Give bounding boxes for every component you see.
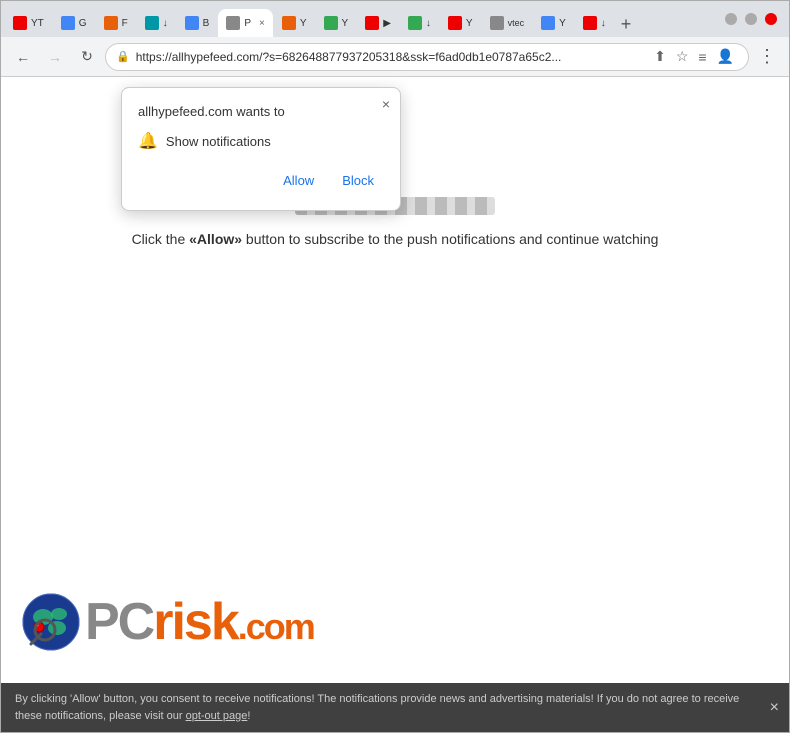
tab-label-2: G [79, 18, 87, 29]
pcrisk-globe-icon [21, 592, 81, 652]
tab-favicon-5 [185, 16, 199, 30]
tab-favicon-4 [145, 16, 159, 30]
page-instruction: Click the «Allow» button to subscribe to… [132, 231, 659, 247]
reload-button[interactable]: ↻ [73, 43, 101, 71]
pcrisk-logo: PCrisk.com [21, 592, 314, 652]
tab-10[interactable]: ↓ [400, 9, 439, 37]
address-bar[interactable]: 🔒 https://allhypefeed.com/?s=68264887793… [105, 43, 749, 71]
tab-6-active[interactable]: P × [218, 9, 273, 37]
tab-label-11: Y [466, 18, 473, 29]
bottom-bar-text: By clicking 'Allow' button, you consent … [15, 693, 739, 722]
close-button[interactable] [765, 13, 777, 25]
pcrisk-text: PCrisk.com [85, 592, 314, 652]
tab-favicon-10 [408, 16, 422, 30]
tab-7[interactable]: Y [274, 9, 315, 37]
tab-favicon-2 [61, 16, 75, 30]
extensions-button[interactable]: ≡ [694, 46, 710, 67]
tab-5[interactable]: B [177, 9, 218, 37]
block-button[interactable]: Block [332, 167, 384, 194]
tab-label-9: ▶ [383, 18, 391, 29]
browser-window: YT G F ↓ B P × [0, 0, 790, 733]
tab-favicon-1 [13, 16, 27, 30]
tabs-row: YT G F ↓ B P × [5, 1, 717, 37]
tab-favicon-7 [282, 16, 296, 30]
profile-button[interactable]: 👤 [713, 46, 738, 67]
bottom-bar-close-button[interactable]: × [770, 699, 779, 717]
tab-1[interactable]: YT [5, 9, 52, 37]
allow-bold: «Allow» [189, 231, 242, 247]
tab-label-4: ↓ [163, 18, 168, 29]
popup-close-button[interactable]: × [382, 96, 390, 112]
tab-label-5: B [203, 18, 210, 29]
address-url: https://allhypefeed.com/?s=6826488779372… [136, 50, 644, 64]
tab-close-6[interactable]: × [259, 18, 265, 29]
tab-favicon-12 [490, 16, 504, 30]
tab-12[interactable]: vtec [482, 9, 533, 37]
tab-3[interactable]: F [96, 9, 136, 37]
tab-label-1: YT [31, 18, 44, 29]
bottom-bar: By clicking 'Allow' button, you consent … [1, 683, 789, 732]
page-content: × allhypefeed.com wants to 🔔 Show notifi… [1, 77, 789, 732]
tab-favicon-13 [541, 16, 555, 30]
tab-label-7: Y [300, 18, 307, 29]
tab-label-12: vtec [508, 18, 525, 28]
tab-9[interactable]: ▶ [357, 9, 399, 37]
tab-label-14: ↓ [601, 18, 606, 29]
maximize-button[interactable] [745, 13, 757, 25]
popup-buttons: Allow Block [138, 167, 384, 194]
bookmark-button[interactable]: ☆ [672, 46, 693, 67]
opt-out-link[interactable]: opt-out page [186, 710, 248, 722]
lock-icon: 🔒 [116, 50, 130, 63]
notification-popup: × allhypefeed.com wants to 🔔 Show notifi… [121, 87, 401, 211]
reload-icon: ↻ [81, 48, 93, 65]
tab-2[interactable]: G [53, 9, 95, 37]
forward-icon: → [48, 49, 62, 65]
window-controls [717, 1, 785, 37]
back-icon: ← [16, 49, 30, 65]
share-button[interactable]: ⬆ [650, 46, 670, 67]
popup-notification-row: 🔔 Show notifications [138, 131, 384, 151]
tab-label-10: ↓ [426, 18, 431, 29]
address-actions: ⬆ ☆ ≡ 👤 [650, 46, 738, 67]
bottom-bar-text-end: ! [247, 710, 250, 722]
pcrisk-risk: risk [153, 593, 238, 651]
tab-favicon-11 [448, 16, 462, 30]
tab-11[interactable]: Y [440, 9, 481, 37]
tab-favicon-6 [226, 16, 240, 30]
popup-notification-text: Show notifications [166, 134, 271, 149]
tab-label-6: P [244, 18, 251, 29]
tab-favicon-14 [583, 16, 597, 30]
minimize-button[interactable] [725, 13, 737, 25]
tab-4[interactable]: ↓ [137, 9, 176, 37]
nav-bar: ← → ↻ 🔒 https://allhypefeed.com/?s=68264… [1, 37, 789, 77]
pcrisk-pc: PC [85, 593, 153, 651]
popup-title: allhypefeed.com wants to [138, 104, 384, 119]
back-button[interactable]: ← [9, 43, 37, 71]
tab-8[interactable]: Y [316, 9, 357, 37]
tab-14[interactable]: ↓ [575, 9, 614, 37]
tab-label-8: Y [342, 18, 349, 29]
tab-favicon-3 [104, 16, 118, 30]
tab-label-3: F [122, 18, 128, 29]
forward-button[interactable]: → [41, 43, 69, 71]
allow-button[interactable]: Allow [273, 167, 324, 194]
tab-favicon-8 [324, 16, 338, 30]
tab-13[interactable]: Y [533, 9, 574, 37]
bell-icon: 🔔 [138, 131, 158, 151]
pcrisk-com: .com [238, 606, 314, 647]
tab-bar: YT G F ↓ B P × [1, 1, 789, 37]
tab-label-13: Y [559, 18, 566, 29]
tab-favicon-9 [365, 16, 379, 30]
new-tab-button[interactable]: + [615, 14, 638, 35]
menu-button[interactable]: ⋮ [753, 43, 781, 71]
